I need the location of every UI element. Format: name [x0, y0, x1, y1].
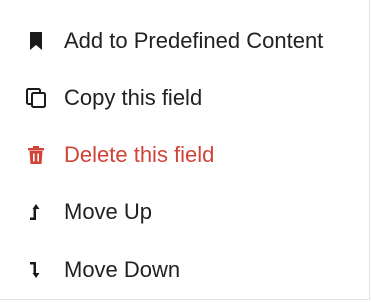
menu-item-label: Move Down [64, 257, 181, 282]
arrow-up-icon [24, 200, 48, 224]
menu-item-label: Move Up [64, 199, 153, 224]
bookmark-icon [24, 29, 48, 53]
menu-item-label: Delete this field [64, 142, 215, 167]
menu-item-delete-this-field[interactable]: Delete this field [0, 131, 368, 179]
menu-item-move-up[interactable]: Move Up [0, 188, 368, 236]
menu-item-add-to-predefined-content[interactable]: Add to Predefined Content [0, 17, 368, 65]
menu-item-move-down[interactable]: Move Down [0, 246, 368, 294]
menu-item-copy-this-field[interactable]: Copy this field [0, 74, 368, 122]
menu-item-label: Copy this field [64, 85, 203, 110]
arrow-down-icon [24, 258, 48, 282]
menu-item-label: Add to Predefined Content [64, 28, 324, 53]
copy-icon [24, 86, 48, 110]
trash-icon [24, 143, 48, 167]
field-context-menu: Add to Predefined Content Copy this fiel… [0, 0, 370, 300]
